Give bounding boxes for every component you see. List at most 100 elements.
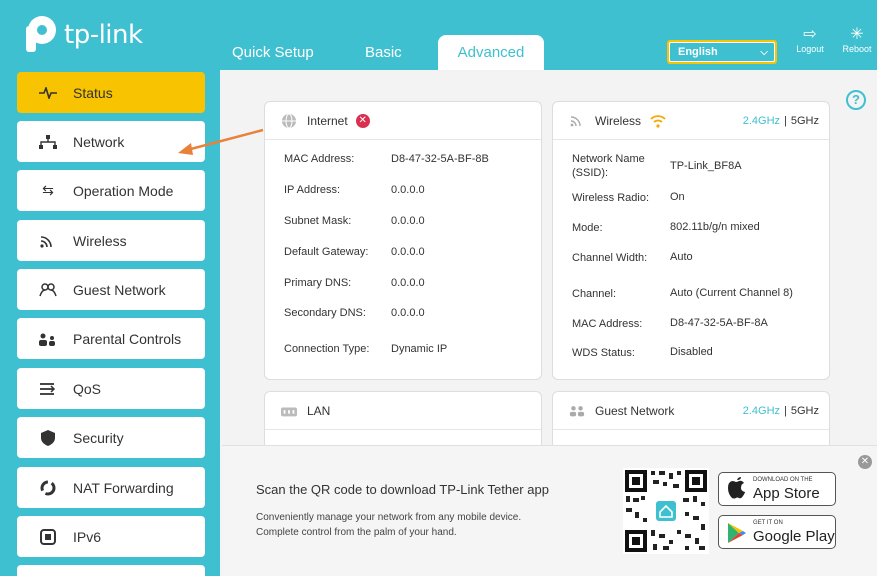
sidebar-item-label: Network [73, 133, 125, 150]
wireless-radio-label: Wireless Radio: [572, 192, 650, 204]
guest-band-5ghz-link[interactable]: 5GHz [791, 405, 819, 417]
top-header: tp-link Quick Setup Basic Advanced Engli… [0, 0, 877, 70]
wireless-channel-label: Channel: [572, 288, 617, 300]
app-store-label: App Store [753, 485, 820, 502]
guest-icon [569, 403, 585, 419]
google-play-icon [728, 523, 746, 548]
chevron-down-icon: ⌵ [760, 47, 768, 58]
tether-app-banner: Scan the QR code to download TP-Link Tet… [222, 445, 877, 576]
tab-quick-setup[interactable]: Quick Setup [232, 44, 314, 61]
guest-band-separator: | [784, 404, 787, 417]
brand-name: tp-link [64, 20, 143, 50]
banner-line-2: Complete control from the palm of your h… [256, 527, 457, 538]
internet-card: Internet ✕ [264, 101, 542, 380]
app-store-small-text: DOWNLOAD ON THE [753, 477, 813, 483]
logout-button[interactable]: ⇨ Logout [793, 26, 827, 54]
swap-icon: ⇆ [42, 182, 54, 198]
logout-icon: ⇨ [803, 26, 817, 43]
nat-icon [37, 480, 59, 496]
lan-port-icon [281, 403, 297, 419]
sidebar-item-status[interactable]: Status [17, 72, 205, 113]
band-5ghz-link[interactable]: 5GHz [791, 115, 819, 127]
qr-code [623, 468, 709, 554]
internet-mac-value: D8-47-32-5A-BF-8B [391, 153, 489, 165]
sidebar-item-label: Status [73, 84, 113, 101]
internet-ip-value: 0.0.0.0 [391, 184, 425, 196]
banner-line-1: Conveniently manage your network from an… [256, 512, 522, 523]
sidebar-item-parental-controls[interactable]: Parental Controls [17, 318, 205, 359]
band-24ghz-link[interactable]: 2.4GHz [743, 115, 780, 127]
google-play-button[interactable]: GET IT ON Google Play [718, 515, 836, 549]
tab-basic[interactable]: Basic [365, 44, 402, 61]
sidebar-item-label: NAT Forwarding [73, 479, 174, 496]
sidebar-item-qos[interactable]: QoS [17, 368, 205, 409]
error-icon: ✕ [355, 113, 370, 128]
internet-dns2-value: 0.0.0.0 [391, 307, 425, 319]
internet-card-header: Internet ✕ [265, 102, 541, 140]
app-store-button[interactable]: DOWNLOAD ON THE App Store [718, 472, 836, 506]
sidebar-item-nat-forwarding[interactable]: NAT Forwarding [17, 467, 205, 508]
sidebar-item-security[interactable]: Security [17, 417, 205, 458]
language-select[interactable]: English ⌵ [667, 40, 777, 64]
reboot-icon: ✳ [850, 26, 864, 43]
internet-dns1-value: 0.0.0.0 [391, 277, 425, 289]
lan-title: LAN [307, 403, 331, 418]
wireless-wds-label: WDS Status: [572, 347, 635, 359]
shield-icon [37, 429, 59, 446]
banner-close-icon[interactable]: ✕ [858, 455, 872, 469]
reboot-button[interactable]: ✳ Reboot [840, 26, 874, 54]
wireless-mode-value: 802.11b/g/n mixed [670, 221, 760, 233]
pulse-icon [37, 86, 59, 99]
sidebar-item-label: Parental Controls [73, 330, 182, 347]
tp-link-logo: tp-link [18, 14, 143, 56]
sidebar-item-wireless[interactable]: Wireless [17, 220, 205, 261]
band-selector: 2.4GHz | 5GHz [743, 115, 819, 127]
band-separator: | [784, 114, 787, 127]
sidebar-item-partial [17, 565, 205, 576]
wireless-title: Wireless [595, 113, 642, 128]
wireless-card: Wireless 2.4GHz | 5GHz [552, 101, 830, 380]
internet-gateway-label: Default Gateway: [284, 246, 369, 258]
reboot-label: Reboot [842, 44, 872, 54]
wireless-radio-value: On [670, 191, 685, 203]
internet-subnet-label: Subnet Mask: [284, 215, 352, 227]
apple-icon [728, 477, 746, 504]
internet-mac-label: MAC Address: [284, 153, 355, 165]
wifi-icon [37, 234, 59, 248]
wifi-icon [569, 113, 585, 129]
guest-title: Guest Network [595, 403, 675, 418]
google-play-small-text: GET IT ON [753, 520, 783, 526]
globe-icon [281, 113, 297, 129]
sidebar-item-label: Security [73, 429, 124, 446]
sidebar-item-operation-mode[interactable]: ⇆ Operation Mode [17, 170, 205, 211]
ipv6-icon [37, 528, 59, 545]
sidebar-item-label: Operation Mode [73, 182, 174, 199]
sidebar-item-label: IPv6 [73, 528, 102, 545]
sidebar-item-label: Guest Network [73, 281, 166, 298]
google-play-label: Google Play [753, 528, 835, 545]
internet-conntype-value: Dynamic IP [391, 343, 448, 355]
internet-gateway-value: 0.0.0.0 [391, 246, 425, 258]
sidebar-item-ipv6[interactable]: IPv6 [17, 516, 205, 557]
help-icon[interactable]: ? [846, 90, 866, 110]
wireless-width-label: Channel Width: [572, 252, 648, 264]
internet-dns1-label: Primary DNS: [284, 277, 352, 289]
parental-icon [37, 332, 59, 346]
language-value: English [678, 46, 718, 58]
sidebar-item-guest-network[interactable]: Guest Network [17, 269, 205, 310]
guest-band-24ghz-link[interactable]: 2.4GHz [743, 405, 780, 417]
wireless-mac-label: MAC Address: [572, 318, 643, 330]
internet-ip-label: IP Address: [284, 184, 341, 196]
internet-title: Internet [307, 113, 348, 128]
tab-advanced[interactable]: Advanced [438, 35, 544, 70]
guest-card-header: Guest Network 2.4GHz | 5GHz [553, 392, 829, 430]
banner-title: Scan the QR code to download TP-Link Tet… [256, 482, 549, 497]
wireless-width-value: Auto [670, 251, 693, 263]
wifi-signal-icon [649, 114, 667, 128]
wireless-wds-value: Disabled [670, 346, 713, 358]
internet-dns2-label: Secondary DNS: [284, 307, 366, 319]
sidebar-item-label: Wireless [73, 232, 127, 249]
tp-link-logo-icon [26, 16, 56, 52]
guest-band-selector: 2.4GHz | 5GHz [743, 405, 819, 417]
wireless-ssid-label: Network Name (SSID): [572, 153, 645, 179]
